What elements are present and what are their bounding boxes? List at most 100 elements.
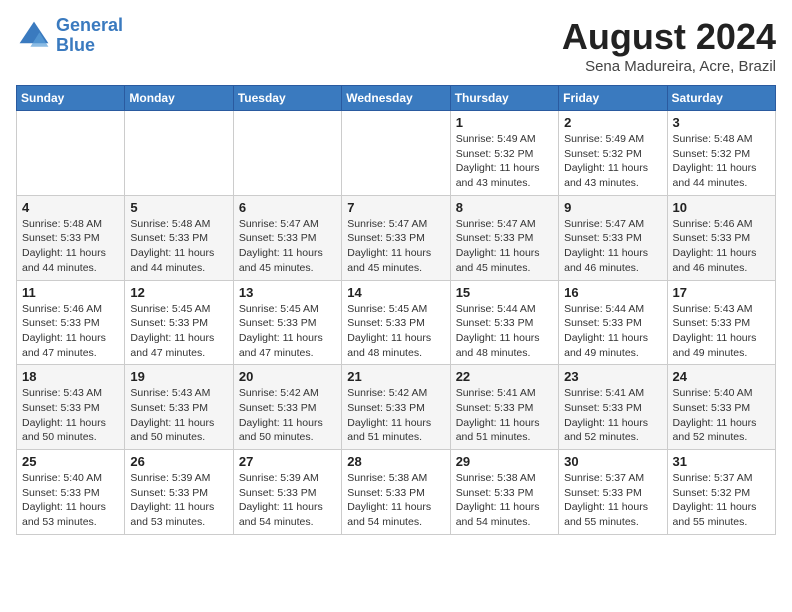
day-number: 2: [564, 115, 661, 130]
month-year: August 2024: [562, 16, 776, 58]
logo-text: General Blue: [56, 16, 123, 56]
day-number: 26: [130, 454, 227, 469]
day-number: 11: [22, 285, 119, 300]
page-header: General Blue August 2024 Sena Madureira,…: [16, 16, 776, 75]
day-info: Sunrise: 5:47 AMSunset: 5:33 PMDaylight:…: [347, 217, 444, 276]
day-number: 29: [456, 454, 553, 469]
calendar-week-3: 11 Sunrise: 5:46 AMSunset: 5:33 PMDayligh…: [17, 280, 776, 365]
day-info: Sunrise: 5:37 AMSunset: 5:32 PMDaylight:…: [673, 471, 770, 530]
day-number: 30: [564, 454, 661, 469]
day-info: Sunrise: 5:47 AMSunset: 5:33 PMDaylight:…: [564, 217, 661, 276]
calendar-header-monday: Monday: [125, 86, 233, 111]
day-info: Sunrise: 5:43 AMSunset: 5:33 PMDaylight:…: [22, 386, 119, 445]
calendar-header-tuesday: Tuesday: [233, 86, 341, 111]
calendar-cell: 11 Sunrise: 5:46 AMSunset: 5:33 PMDayligh…: [17, 280, 125, 365]
day-info: Sunrise: 5:45 AMSunset: 5:33 PMDaylight:…: [130, 302, 227, 361]
day-number: 13: [239, 285, 336, 300]
calendar-header-sunday: Sunday: [17, 86, 125, 111]
day-number: 5: [130, 200, 227, 215]
calendar-cell: 16 Sunrise: 5:44 AMSunset: 5:33 PMDayligh…: [559, 280, 667, 365]
calendar-cell: [342, 111, 450, 196]
calendar-cell: 14Sunrise: 5:45 AMSunset: 5:33 PMDayligh…: [342, 280, 450, 365]
day-number: 12: [130, 285, 227, 300]
day-info: Sunrise: 5:49 AMSunset: 5:32 PMDaylight:…: [564, 132, 661, 191]
day-info: Sunrise: 5:38 AMSunset: 5:33 PMDaylight:…: [347, 471, 444, 530]
calendar-cell: 26Sunrise: 5:39 AMSunset: 5:33 PMDayligh…: [125, 450, 233, 535]
day-info: Sunrise: 5:45 AMSunset: 5:33 PMDaylight:…: [347, 302, 444, 361]
day-number: 15: [456, 285, 553, 300]
calendar-cell: 4 Sunrise: 5:48 AMSunset: 5:33 PMDaylight…: [17, 195, 125, 280]
calendar-week-1: 1 Sunrise: 5:49 AMSunset: 5:32 PMDaylight…: [17, 111, 776, 196]
calendar-cell: [125, 111, 233, 196]
calendar-cell: 3Sunrise: 5:48 AMSunset: 5:32 PMDaylight…: [667, 111, 775, 196]
calendar: SundayMondayTuesdayWednesdayThursdayFrid…: [16, 85, 776, 535]
calendar-header-friday: Friday: [559, 86, 667, 111]
day-info: Sunrise: 5:44 AMSunset: 5:33 PMDaylight:…: [564, 302, 661, 361]
calendar-cell: 27 Sunrise: 5:39 AMSunset: 5:33 PMDayligh…: [233, 450, 341, 535]
title-block: August 2024 Sena Madureira, Acre, Brazil: [562, 16, 776, 75]
day-info: Sunrise: 5:42 AMSunset: 5:33 PMDaylight:…: [347, 386, 444, 445]
day-info: Sunrise: 5:46 AMSunset: 5:33 PMDaylight:…: [673, 217, 770, 276]
day-info: Sunrise: 5:46 AMSunset: 5:33 PMDaylight:…: [22, 302, 119, 361]
day-info: Sunrise: 5:40 AMSunset: 5:33 PMDaylight:…: [22, 471, 119, 530]
calendar-cell: 25 Sunrise: 5:40 AMSunset: 5:33 PMDayligh…: [17, 450, 125, 535]
day-number: 9: [564, 200, 661, 215]
calendar-cell: 30 Sunrise: 5:37 AMSunset: 5:33 PMDayligh…: [559, 450, 667, 535]
day-number: 6: [239, 200, 336, 215]
calendar-cell: 17 Sunrise: 5:43 AMSunset: 5:33 PMDayligh…: [667, 280, 775, 365]
day-number: 25: [22, 454, 119, 469]
day-number: 22: [456, 369, 553, 384]
logo-line1: General: [56, 15, 123, 35]
calendar-cell: 23Sunrise: 5:41 AMSunset: 5:33 PMDayligh…: [559, 365, 667, 450]
day-info: Sunrise: 5:44 AMSunset: 5:33 PMDaylight:…: [456, 302, 553, 361]
calendar-week-5: 25 Sunrise: 5:40 AMSunset: 5:33 PMDayligh…: [17, 450, 776, 535]
calendar-week-2: 4 Sunrise: 5:48 AMSunset: 5:33 PMDaylight…: [17, 195, 776, 280]
location: Sena Madureira, Acre, Brazil: [562, 58, 776, 75]
day-number: 19: [130, 369, 227, 384]
day-info: Sunrise: 5:45 AMSunset: 5:33 PMDaylight:…: [239, 302, 336, 361]
calendar-cell: 6 Sunrise: 5:47 AMSunset: 5:33 PMDaylight…: [233, 195, 341, 280]
calendar-cell: 20 Sunrise: 5:42 AMSunset: 5:33 PMDayligh…: [233, 365, 341, 450]
day-number: 27: [239, 454, 336, 469]
calendar-cell: [233, 111, 341, 196]
day-number: 20: [239, 369, 336, 384]
day-info: Sunrise: 5:38 AMSunset: 5:33 PMDaylight:…: [456, 471, 553, 530]
day-info: Sunrise: 5:39 AMSunset: 5:33 PMDaylight:…: [239, 471, 336, 530]
day-info: Sunrise: 5:40 AMSunset: 5:33 PMDaylight:…: [673, 386, 770, 445]
day-info: Sunrise: 5:47 AMSunset: 5:33 PMDaylight:…: [239, 217, 336, 276]
day-info: Sunrise: 5:48 AMSunset: 5:33 PMDaylight:…: [22, 217, 119, 276]
day-info: Sunrise: 5:48 AMSunset: 5:33 PMDaylight:…: [130, 217, 227, 276]
logo: General Blue: [16, 16, 123, 56]
day-number: 17: [673, 285, 770, 300]
calendar-cell: 24 Sunrise: 5:40 AMSunset: 5:33 PMDayligh…: [667, 365, 775, 450]
calendar-cell: 18 Sunrise: 5:43 AMSunset: 5:33 PMDayligh…: [17, 365, 125, 450]
calendar-cell: 1 Sunrise: 5:49 AMSunset: 5:32 PMDaylight…: [450, 111, 558, 196]
logo-line2: Blue: [56, 36, 123, 56]
day-number: 7: [347, 200, 444, 215]
calendar-cell: 22Sunrise: 5:41 AMSunset: 5:33 PMDayligh…: [450, 365, 558, 450]
day-number: 4: [22, 200, 119, 215]
calendar-cell: 31Sunrise: 5:37 AMSunset: 5:32 PMDayligh…: [667, 450, 775, 535]
day-number: 24: [673, 369, 770, 384]
calendar-cell: 9 Sunrise: 5:47 AMSunset: 5:33 PMDaylight…: [559, 195, 667, 280]
calendar-cell: [17, 111, 125, 196]
day-info: Sunrise: 5:43 AMSunset: 5:33 PMDaylight:…: [673, 302, 770, 361]
day-info: Sunrise: 5:43 AMSunset: 5:33 PMDaylight:…: [130, 386, 227, 445]
calendar-header-thursday: Thursday: [450, 86, 558, 111]
day-info: Sunrise: 5:49 AMSunset: 5:32 PMDaylight:…: [456, 132, 553, 191]
calendar-header-saturday: Saturday: [667, 86, 775, 111]
day-number: 3: [673, 115, 770, 130]
day-number: 16: [564, 285, 661, 300]
calendar-cell: 13 Sunrise: 5:45 AMSunset: 5:33 PMDayligh…: [233, 280, 341, 365]
day-info: Sunrise: 5:47 AMSunset: 5:33 PMDaylight:…: [456, 217, 553, 276]
calendar-cell: 10Sunrise: 5:46 AMSunset: 5:33 PMDayligh…: [667, 195, 775, 280]
calendar-cell: 12 Sunrise: 5:45 AMSunset: 5:33 PMDayligh…: [125, 280, 233, 365]
calendar-cell: 28Sunrise: 5:38 AMSunset: 5:33 PMDayligh…: [342, 450, 450, 535]
day-number: 18: [22, 369, 119, 384]
day-info: Sunrise: 5:37 AMSunset: 5:33 PMDaylight:…: [564, 471, 661, 530]
day-number: 21: [347, 369, 444, 384]
day-info: Sunrise: 5:42 AMSunset: 5:33 PMDaylight:…: [239, 386, 336, 445]
day-number: 1: [456, 115, 553, 130]
calendar-cell: 29 Sunrise: 5:38 AMSunset: 5:33 PMDayligh…: [450, 450, 558, 535]
day-info: Sunrise: 5:41 AMSunset: 5:33 PMDaylight:…: [564, 386, 661, 445]
